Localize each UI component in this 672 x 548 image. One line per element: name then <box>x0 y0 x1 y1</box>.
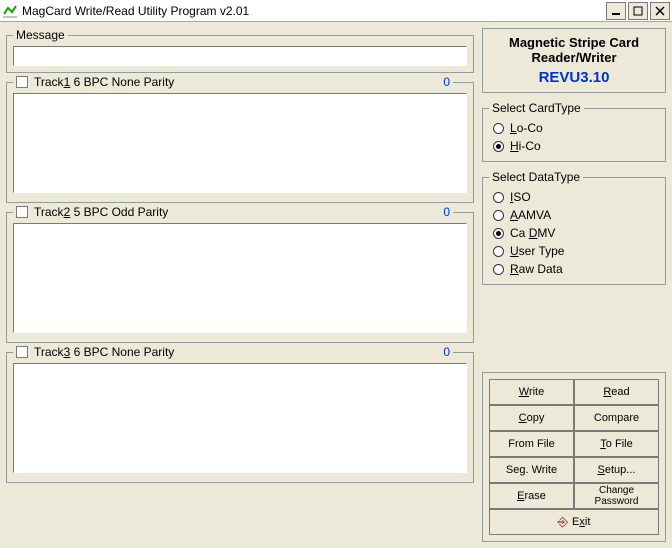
minimize-button[interactable] <box>606 2 626 20</box>
fromfile-button[interactable]: From File <box>489 431 574 457</box>
tofile-button[interactable]: To File <box>574 431 659 457</box>
radio-label: User Type <box>510 244 564 258</box>
track1-label: Track1 6 BPC None Parity <box>34 75 174 89</box>
radio-label: Hi-Co <box>510 139 541 153</box>
radio-icon <box>493 192 504 203</box>
cardtype-option-1[interactable]: Hi-Co <box>493 139 655 153</box>
app-icon <box>2 3 18 19</box>
datatype-option-3[interactable]: User Type <box>493 244 655 258</box>
radio-icon <box>493 246 504 257</box>
radio-label: Ca DMV <box>510 226 555 240</box>
radio-label: Lo-Co <box>510 121 543 135</box>
radio-label: AAMVA <box>510 208 551 222</box>
exit-button[interactable]: ⎆ Exit <box>489 509 659 535</box>
cardtype-group: Select CardType Lo-Co Hi-Co <box>482 101 666 162</box>
track1-group: Track1 6 BPC None Parity 0 <box>6 75 474 203</box>
radio-icon <box>493 264 504 275</box>
track3-group: Track3 6 BPC None Parity 0 <box>6 345 474 483</box>
radio-label: Raw Data <box>510 262 563 276</box>
radio-icon <box>493 141 504 152</box>
track2-count: 0 <box>443 205 450 219</box>
segwrite-button[interactable]: Seg. Write <box>489 457 574 483</box>
radio-icon <box>493 123 504 134</box>
setup-button[interactable]: Setup... <box>574 457 659 483</box>
erase-button[interactable]: Erase <box>489 483 574 509</box>
track1-checkbox[interactable] <box>16 76 28 88</box>
cardtype-option-0[interactable]: Lo-Co <box>493 121 655 135</box>
radio-icon <box>493 228 504 239</box>
read-button[interactable]: Read <box>574 379 659 405</box>
radio-label: ISO <box>510 190 531 204</box>
device-line2: Reader/Writer <box>491 50 657 65</box>
track3-checkbox[interactable] <box>16 346 28 358</box>
datatype-option-2[interactable]: Ca DMV <box>493 226 655 240</box>
radio-icon <box>493 210 504 221</box>
track2-label: Track2 5 BPC Odd Parity <box>34 205 168 219</box>
device-line1: Magnetic Stripe Card <box>491 35 657 50</box>
button-panel: Write Read Copy Compare From File To Fil… <box>482 372 666 542</box>
datatype-option-4[interactable]: Raw Data <box>493 262 655 276</box>
datatype-option-1[interactable]: AAMVA <box>493 208 655 222</box>
device-rev: REVU3.10 <box>491 69 657 86</box>
message-group: Message <box>6 28 474 73</box>
track2-group: Track2 5 BPC Odd Parity 0 <box>6 205 474 343</box>
track3-label: Track3 6 BPC None Parity <box>34 345 174 359</box>
track1-count: 0 <box>443 75 450 89</box>
track3-count: 0 <box>443 345 450 359</box>
maximize-button[interactable] <box>628 2 648 20</box>
track3-textarea[interactable] <box>13 363 467 473</box>
close-button[interactable] <box>650 2 670 20</box>
message-input[interactable] <box>13 46 467 66</box>
cardtype-legend: Select CardType <box>489 101 584 115</box>
datatype-option-0[interactable]: ISO <box>493 190 655 204</box>
exit-icon: ⎆ <box>558 515 568 529</box>
device-info: Magnetic Stripe Card Reader/Writer REVU3… <box>482 28 666 93</box>
track2-checkbox[interactable] <box>16 206 28 218</box>
compare-button[interactable]: Compare <box>574 405 659 431</box>
titlebar: MagCard Write/Read Utility Program v2.01 <box>0 0 672 22</box>
write-button[interactable]: Write <box>489 379 574 405</box>
track1-textarea[interactable] <box>13 93 467 193</box>
datatype-legend: Select DataType <box>489 170 583 184</box>
track2-textarea[interactable] <box>13 223 467 333</box>
window-title: MagCard Write/Read Utility Program v2.01 <box>22 4 249 18</box>
copy-button[interactable]: Copy <box>489 405 574 431</box>
datatype-group: Select DataType ISO AAMVA Ca DMV User Type R… <box>482 170 666 285</box>
message-legend: Message <box>13 28 68 42</box>
change-password-button[interactable]: ChangePassword <box>574 483 659 509</box>
